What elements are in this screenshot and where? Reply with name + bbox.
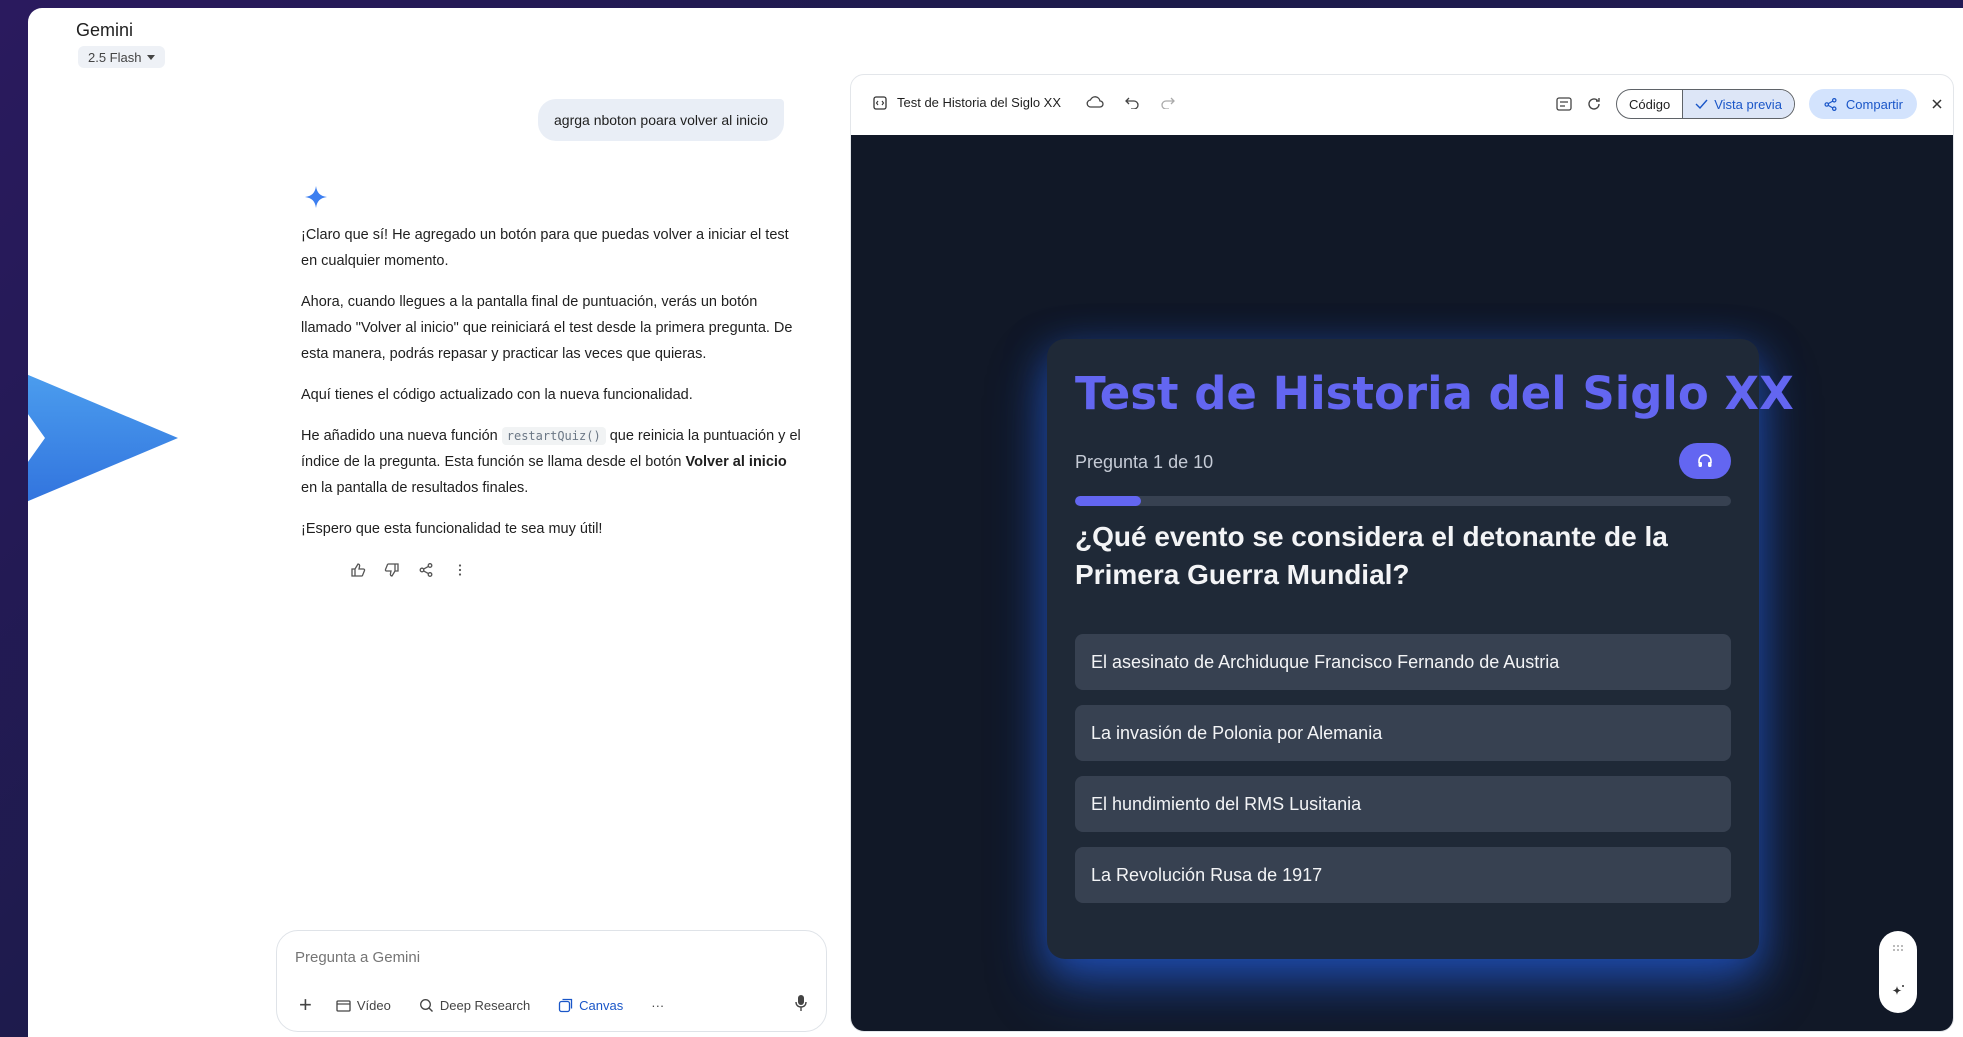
response-paragraph: Ahora, cuando llegues a la pantalla fina…: [301, 294, 793, 362]
response-paragraph: He añadido una nueva función restartQuiz…: [301, 423, 806, 501]
response-actions: [348, 560, 470, 580]
quiz-progress-text: Pregunta 1 de 10: [1075, 452, 1214, 472]
canvas-header: Test de Historia del Siglo XX Código Vis…: [851, 75, 1953, 135]
prompt-composer: + Vídeo Deep Research Canvas ···: [276, 930, 827, 1032]
tool-deep-research[interactable]: Deep Research: [407, 994, 542, 1017]
app-window: Gemini 2.5 Flash agrga nboton poara volv…: [28, 8, 1963, 1037]
view-toggle: Código Vista previa: [1616, 89, 1795, 119]
share-icon[interactable]: [416, 560, 436, 580]
tool-label: Deep Research: [439, 997, 531, 1013]
share-label: Compartir: [1845, 96, 1903, 112]
quiz-option[interactable]: El hundimiento del RMS Lusitania: [1075, 776, 1731, 832]
sparkle-icon: [1892, 985, 1904, 995]
canvas-title-text: Test de Historia del Siglo XX: [897, 95, 1062, 110]
tool-label: Vídeo: [356, 997, 391, 1013]
refresh-icon[interactable]: [1586, 96, 1602, 112]
drag-handle-icon[interactable]: [1893, 945, 1903, 951]
composer-tools: + Vídeo Deep Research Canvas ···: [291, 992, 676, 1018]
prompt-input[interactable]: [295, 949, 775, 966]
assistant-response: ¡Claro que sí! He agregado un botón para…: [301, 222, 806, 557]
model-selector[interactable]: 2.5 Flash: [78, 46, 166, 68]
response-bold-text: Volver al inicio: [685, 454, 787, 470]
quiz-progress-bar: [1075, 496, 1731, 506]
caret-down-icon: [147, 54, 156, 60]
user-message: agrga nboton poara volver al inicio: [538, 99, 785, 141]
code-file-icon: [873, 95, 887, 110]
code-tab[interactable]: Código: [1617, 90, 1682, 118]
model-label: 2.5 Flash: [88, 49, 142, 65]
response-text: He añadido una nueva función: [301, 428, 498, 444]
canvas-title: Test de Historia del Siglo XX: [873, 95, 1061, 110]
share-button[interactable]: Compartir: [1808, 89, 1917, 119]
response-paragraph: Aquí tienes el código actualizado con la…: [301, 387, 693, 403]
cloud-icon[interactable]: [1086, 95, 1104, 109]
response-text: en la pantalla de resultados finales.: [301, 480, 529, 496]
more-options-icon[interactable]: [450, 560, 470, 580]
close-icon[interactable]: [1931, 98, 1943, 110]
quiz-option[interactable]: La invasión de Polonia por Alemania: [1075, 705, 1731, 761]
preview-tab-label: Vista previa: [1714, 96, 1782, 112]
quiz-options: El asesinato de Archiduque Francisco Fer…: [1075, 634, 1731, 903]
undo-icon[interactable]: [1124, 95, 1140, 109]
quiz-title: Test de Historia del Siglo XX: [1075, 367, 1794, 420]
quiz-card: Test de Historia del Siglo XX Pregunta 1…: [1047, 339, 1794, 959]
quiz-progress-fill: [1075, 496, 1141, 506]
console-icon[interactable]: [1556, 97, 1572, 111]
response-paragraph: ¡Claro que sí! He agregado un botón para…: [301, 227, 789, 269]
canvas-panel: Test de Historia del Siglo XX Código Vis…: [850, 74, 1954, 1032]
tool-canvas[interactable]: Canvas: [546, 994, 635, 1017]
microphone-icon[interactable]: [794, 994, 808, 1012]
video-icon: [336, 999, 351, 1012]
headphones-icon: [1698, 454, 1712, 467]
app-title: Gemini: [76, 20, 134, 40]
tool-video[interactable]: Vídeo: [324, 994, 403, 1017]
response-paragraph: ¡Espero que esta funcionalidad te sea mu…: [301, 521, 603, 537]
canvas-icon: [559, 998, 573, 1012]
quiz-option[interactable]: La Revolución Rusa de 1917: [1075, 847, 1731, 903]
thumbs-down-icon[interactable]: [382, 560, 402, 580]
redo-icon[interactable]: [1160, 95, 1176, 109]
check-icon: [1695, 99, 1708, 109]
add-icon[interactable]: +: [291, 992, 320, 1018]
gemini-spark-icon: [305, 186, 327, 208]
quiz-option[interactable]: El asesinato de Archiduque Francisco Fer…: [1075, 634, 1731, 690]
audio-button[interactable]: [1679, 443, 1731, 479]
quiz-question: ¿Qué evento se considera el detonante de…: [1075, 521, 1668, 590]
canvas-preview: Test de Historia del Siglo XX Pregunta 1…: [851, 135, 1953, 1031]
share-icon: [1824, 97, 1837, 111]
canvas-history-controls: [1086, 95, 1176, 109]
inline-code: restartQuiz(): [501, 427, 606, 445]
gemini-logo-decoration: [28, 358, 178, 518]
tool-label: Canvas: [579, 997, 624, 1013]
deep-research-icon: [419, 998, 433, 1012]
thumbs-up-icon[interactable]: [348, 560, 368, 580]
preview-tab[interactable]: Vista previa: [1682, 90, 1794, 118]
floating-assist-widget[interactable]: [1879, 931, 1917, 1013]
canvas-toolbar: Código Vista previa Compartir: [1556, 89, 1943, 119]
more-tools-button[interactable]: ···: [639, 994, 676, 1017]
